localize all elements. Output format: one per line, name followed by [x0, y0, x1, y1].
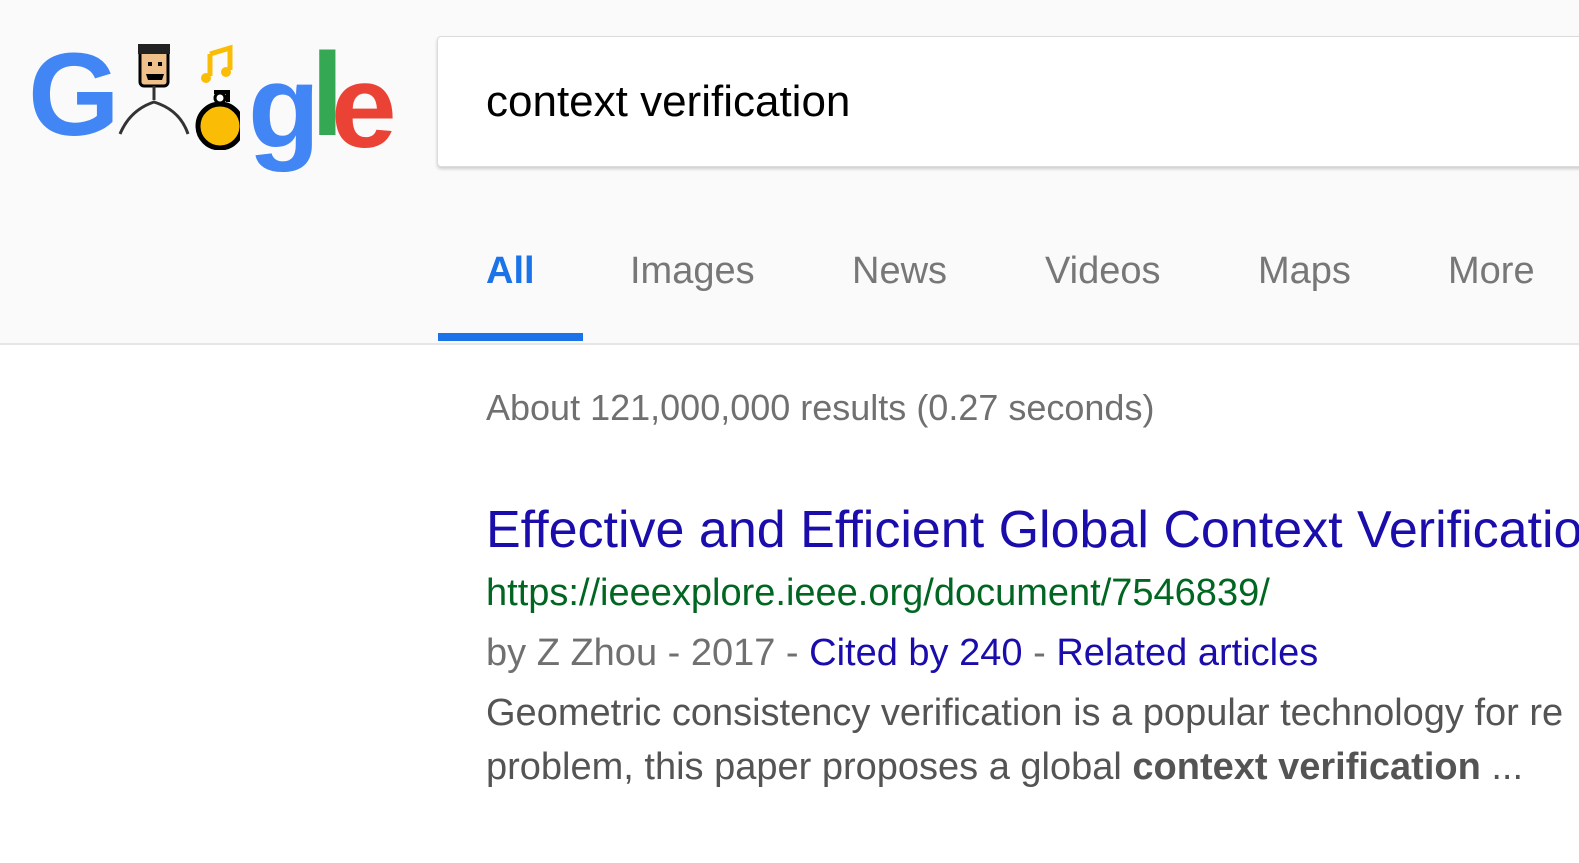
search-box[interactable]: [437, 36, 1579, 167]
doodle-figure-icon: [118, 44, 240, 150]
result-author-year: by Z Zhou - 2017 -: [486, 632, 810, 674]
logo-letter-g-capital: G: [28, 29, 120, 161]
results-stats: About 121,000,000 results (0.27 seconds): [486, 387, 1155, 428]
snippet-line-1: Geometric consistency verification is a …: [486, 692, 1564, 734]
snippet-line-2-prefix: problem, this paper proposes a global: [486, 746, 1133, 788]
result-snippet: Geometric consistency verification is a …: [486, 686, 1563, 794]
search-header: G g l e All Images News Videos Map: [0, 0, 1579, 345]
search-input[interactable]: [486, 71, 1536, 133]
cited-by-link[interactable]: Cited by 240: [809, 632, 1022, 674]
logo-letter-g: g: [248, 41, 321, 173]
tab-videos[interactable]: Videos: [1045, 250, 1161, 293]
google-doodle-logo[interactable]: G g l e: [28, 36, 398, 166]
related-articles-link[interactable]: Related articles: [1056, 632, 1318, 674]
active-tab-indicator: [438, 333, 583, 341]
result-url[interactable]: https://ieeexplore.ieee.org/document/754…: [486, 572, 1270, 615]
tab-maps[interactable]: Maps: [1258, 250, 1351, 293]
snippet-highlight: context verification: [1132, 746, 1481, 788]
tab-all[interactable]: All: [486, 250, 535, 293]
result-title-link[interactable]: Effective and Efficient Global Context V…: [486, 500, 1579, 560]
meta-separator: -: [1022, 632, 1057, 674]
result-meta: by Z Zhou - 2017 - Cited by 240 - Relate…: [486, 632, 1318, 675]
tab-news[interactable]: News: [852, 250, 947, 293]
snippet-line-2: problem, this paper proposes a global co…: [486, 740, 1563, 794]
logo-letter-e: e: [331, 41, 397, 173]
tab-more[interactable]: More: [1448, 250, 1535, 293]
snippet-line-2-suffix: ...: [1480, 746, 1524, 788]
tab-images[interactable]: Images: [630, 250, 755, 293]
